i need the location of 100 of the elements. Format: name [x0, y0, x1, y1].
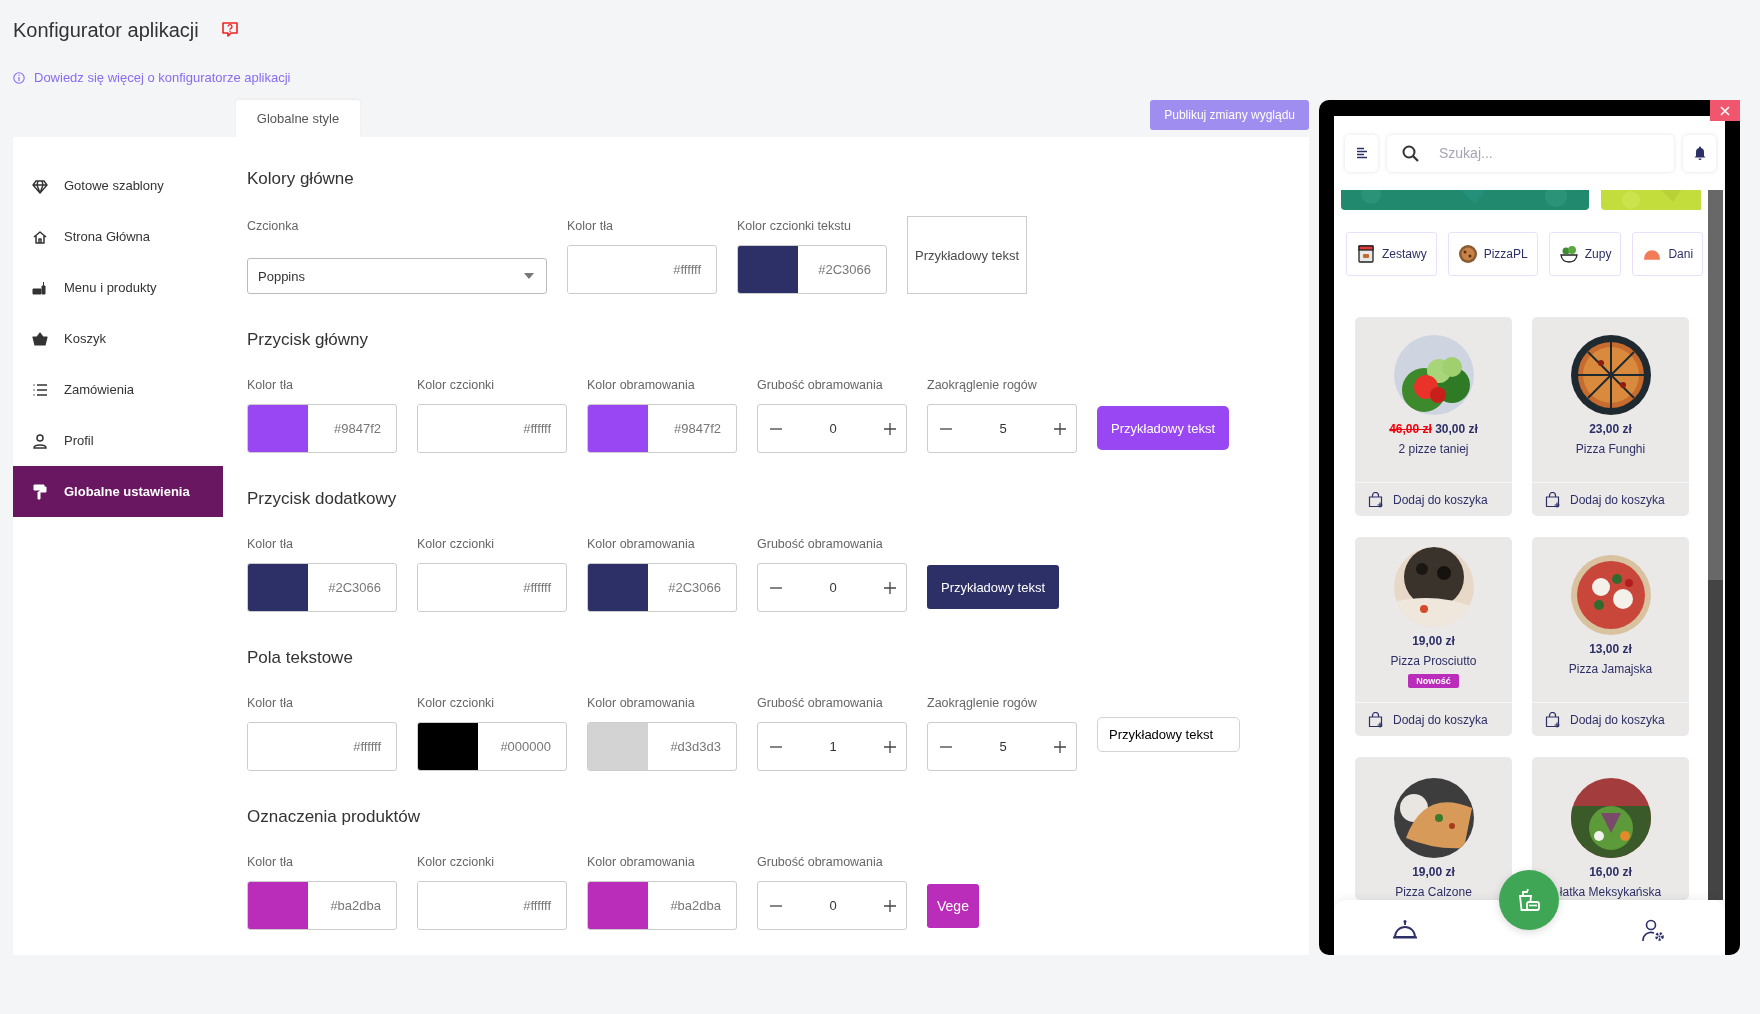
sidebar-item[interactable]: Menu i produkty	[13, 262, 223, 313]
product-card[interactable]: 19,00 zł Pizza Prosciutto Nowość Dodaj do koszyka	[1355, 537, 1512, 736]
plus-icon[interactable]	[884, 740, 896, 753]
product-name: Pizza Prosciutto	[1390, 653, 1477, 670]
number-stepper[interactable]: 1	[757, 722, 907, 771]
category-chip[interactable]: PizzaPL	[1447, 232, 1538, 276]
sidebar-item[interactable]: Globalne ustawienia	[13, 466, 223, 517]
number-stepper[interactable]: 0	[757, 881, 907, 930]
color-swatch[interactable]	[248, 564, 308, 611]
notifications-button[interactable]	[1683, 134, 1716, 172]
sidebar-item[interactable]: Strona Główna	[13, 211, 223, 262]
color-field[interactable]: #ffffff	[247, 722, 397, 771]
product-card[interactable]: 13,00 zł Pizza Jamajska Dodaj do koszyka	[1532, 537, 1689, 736]
plus-icon[interactable]	[1054, 422, 1066, 435]
bell-icon	[1693, 146, 1706, 160]
color-swatch[interactable]	[588, 723, 648, 770]
color-field[interactable]: #000000	[417, 722, 567, 771]
color-field[interactable]: #ba2dba	[247, 881, 397, 930]
color-swatch[interactable]	[588, 882, 648, 929]
category-chip[interactable]: Zupy	[1548, 232, 1622, 276]
sidebar-item[interactable]: Gotowe szablony	[13, 160, 223, 211]
number-stepper[interactable]: 5	[927, 404, 1077, 453]
field-label: Kolor obramowania	[587, 536, 696, 552]
color-field[interactable]: #d3d3d3	[587, 722, 737, 771]
color-field[interactable]: #ba2dba	[587, 881, 737, 930]
field-label: Grubość obramowania	[757, 536, 884, 552]
page-title: Konfigurator aplikacji	[13, 18, 199, 42]
menu-button[interactable]	[1345, 134, 1378, 172]
field-label: Kolor czcionki	[417, 536, 496, 552]
product-card[interactable]: 23,00 zł Pizza Funghi Dodaj do koszyka	[1532, 317, 1689, 516]
category-chip[interactable]: Zestawy	[1346, 232, 1437, 276]
add-to-cart-button[interactable]: Dodaj do koszyka	[1355, 482, 1512, 516]
product-card[interactable]: 19,00 zł Pizza Calzone	[1355, 757, 1512, 900]
user-settings-icon[interactable]	[1642, 919, 1666, 943]
add-to-cart-button[interactable]: Dodaj do koszyka	[1355, 702, 1512, 736]
field-label: Kolor czcionki tekstu	[737, 218, 852, 234]
food-icon	[32, 279, 48, 296]
sample-badge[interactable]: Vege	[927, 884, 979, 928]
product-card[interactable]: 16,00 zł łatka Meksykańska	[1532, 757, 1689, 900]
product-name: 2 pizze taniej	[1398, 441, 1469, 458]
sidebar-item[interactable]: Profil	[13, 415, 223, 466]
paint-roller-icon	[32, 483, 48, 500]
product-price: 46,00 zł 30,00 zł	[1389, 421, 1478, 437]
color-field[interactable]: #ffffff	[417, 563, 567, 612]
product-name: łatka Meksykańska	[1559, 883, 1662, 900]
sidebar-item[interactable]: Koszyk	[13, 313, 223, 364]
bag-plus-icon	[1545, 711, 1561, 728]
sample-text-field[interactable]: Przykładowy tekst	[1097, 717, 1240, 752]
bag-plus-icon	[1368, 491, 1384, 508]
close-button[interactable]	[1710, 100, 1740, 121]
product-badge: Nowość	[1408, 674, 1459, 688]
product-price: 19,00 zł	[1412, 633, 1455, 649]
help-icon[interactable]	[220, 21, 239, 39]
product-price: 23,00 zł	[1589, 421, 1632, 437]
section-heading: Kolory główne	[247, 168, 355, 190]
field-label: Kolor obramowania	[587, 377, 696, 393]
sample-button[interactable]: Przykładowy tekst	[927, 565, 1060, 609]
close-icon	[1720, 105, 1730, 116]
section-heading: Przycisk główny	[247, 329, 369, 351]
add-to-cart-button[interactable]: Dodaj do koszyka	[1532, 482, 1689, 516]
field-label: Kolor czcionki	[417, 377, 496, 393]
category-chip[interactable]: Dani	[1632, 232, 1704, 276]
field-label: Grubość obramowania	[757, 695, 884, 711]
color-field[interactable]: #ffffff	[417, 404, 567, 453]
color-swatch[interactable]	[248, 882, 308, 929]
color-field[interactable]: #9847f2	[247, 404, 397, 453]
home-icon	[32, 228, 48, 245]
color-field[interactable]: #ffffff	[567, 245, 717, 294]
product-card[interactable]: 46,00 zł 30,00 zł 2 pizze taniej Dodaj do koszyka	[1355, 317, 1512, 516]
scrollbar-thumb[interactable]	[1708, 190, 1723, 580]
color-swatch[interactable]	[738, 246, 798, 293]
sample-button[interactable]: Przykładowy tekst	[1097, 406, 1230, 450]
color-swatch[interactable]	[588, 405, 648, 452]
plus-icon[interactable]	[884, 581, 896, 594]
tab[interactable]: Globalne style	[236, 100, 360, 137]
color-swatch[interactable]	[418, 723, 478, 770]
field-label: Kolor obramowania	[587, 695, 696, 711]
cloche-icon[interactable]	[1392, 919, 1418, 941]
color-field[interactable]: #2C3066	[587, 563, 737, 612]
color-swatch[interactable]	[588, 564, 648, 611]
color-field[interactable]: #9847f2	[587, 404, 737, 453]
color-field[interactable]: #2C3066	[247, 563, 397, 612]
color-swatch[interactable]	[248, 405, 308, 452]
color-field[interactable]: #2C3066	[737, 245, 887, 294]
field-label: Grubość obramowania	[757, 854, 884, 870]
add-to-cart-button[interactable]: Dodaj do koszyka	[1532, 702, 1689, 736]
number-stepper[interactable]: 0	[757, 404, 907, 453]
plus-icon[interactable]	[1054, 740, 1066, 753]
font-select[interactable]: Poppins	[247, 258, 547, 294]
sample-text-box: Przykładowy tekst	[907, 216, 1027, 294]
help-link[interactable]: Dowiedz się więcej o konfiguratorze aplikacji	[34, 70, 291, 85]
user-icon	[32, 432, 48, 449]
number-stepper[interactable]: 5	[927, 722, 1077, 771]
color-field[interactable]: #ffffff	[417, 881, 567, 930]
bag-plus-icon	[1368, 711, 1384, 728]
plus-icon[interactable]	[884, 422, 896, 435]
sidebar-item[interactable]: Zamówienia	[13, 364, 223, 415]
number-stepper[interactable]: 0	[757, 563, 907, 612]
product-price: 16,00 zł	[1589, 863, 1632, 880]
plus-icon[interactable]	[884, 899, 896, 912]
